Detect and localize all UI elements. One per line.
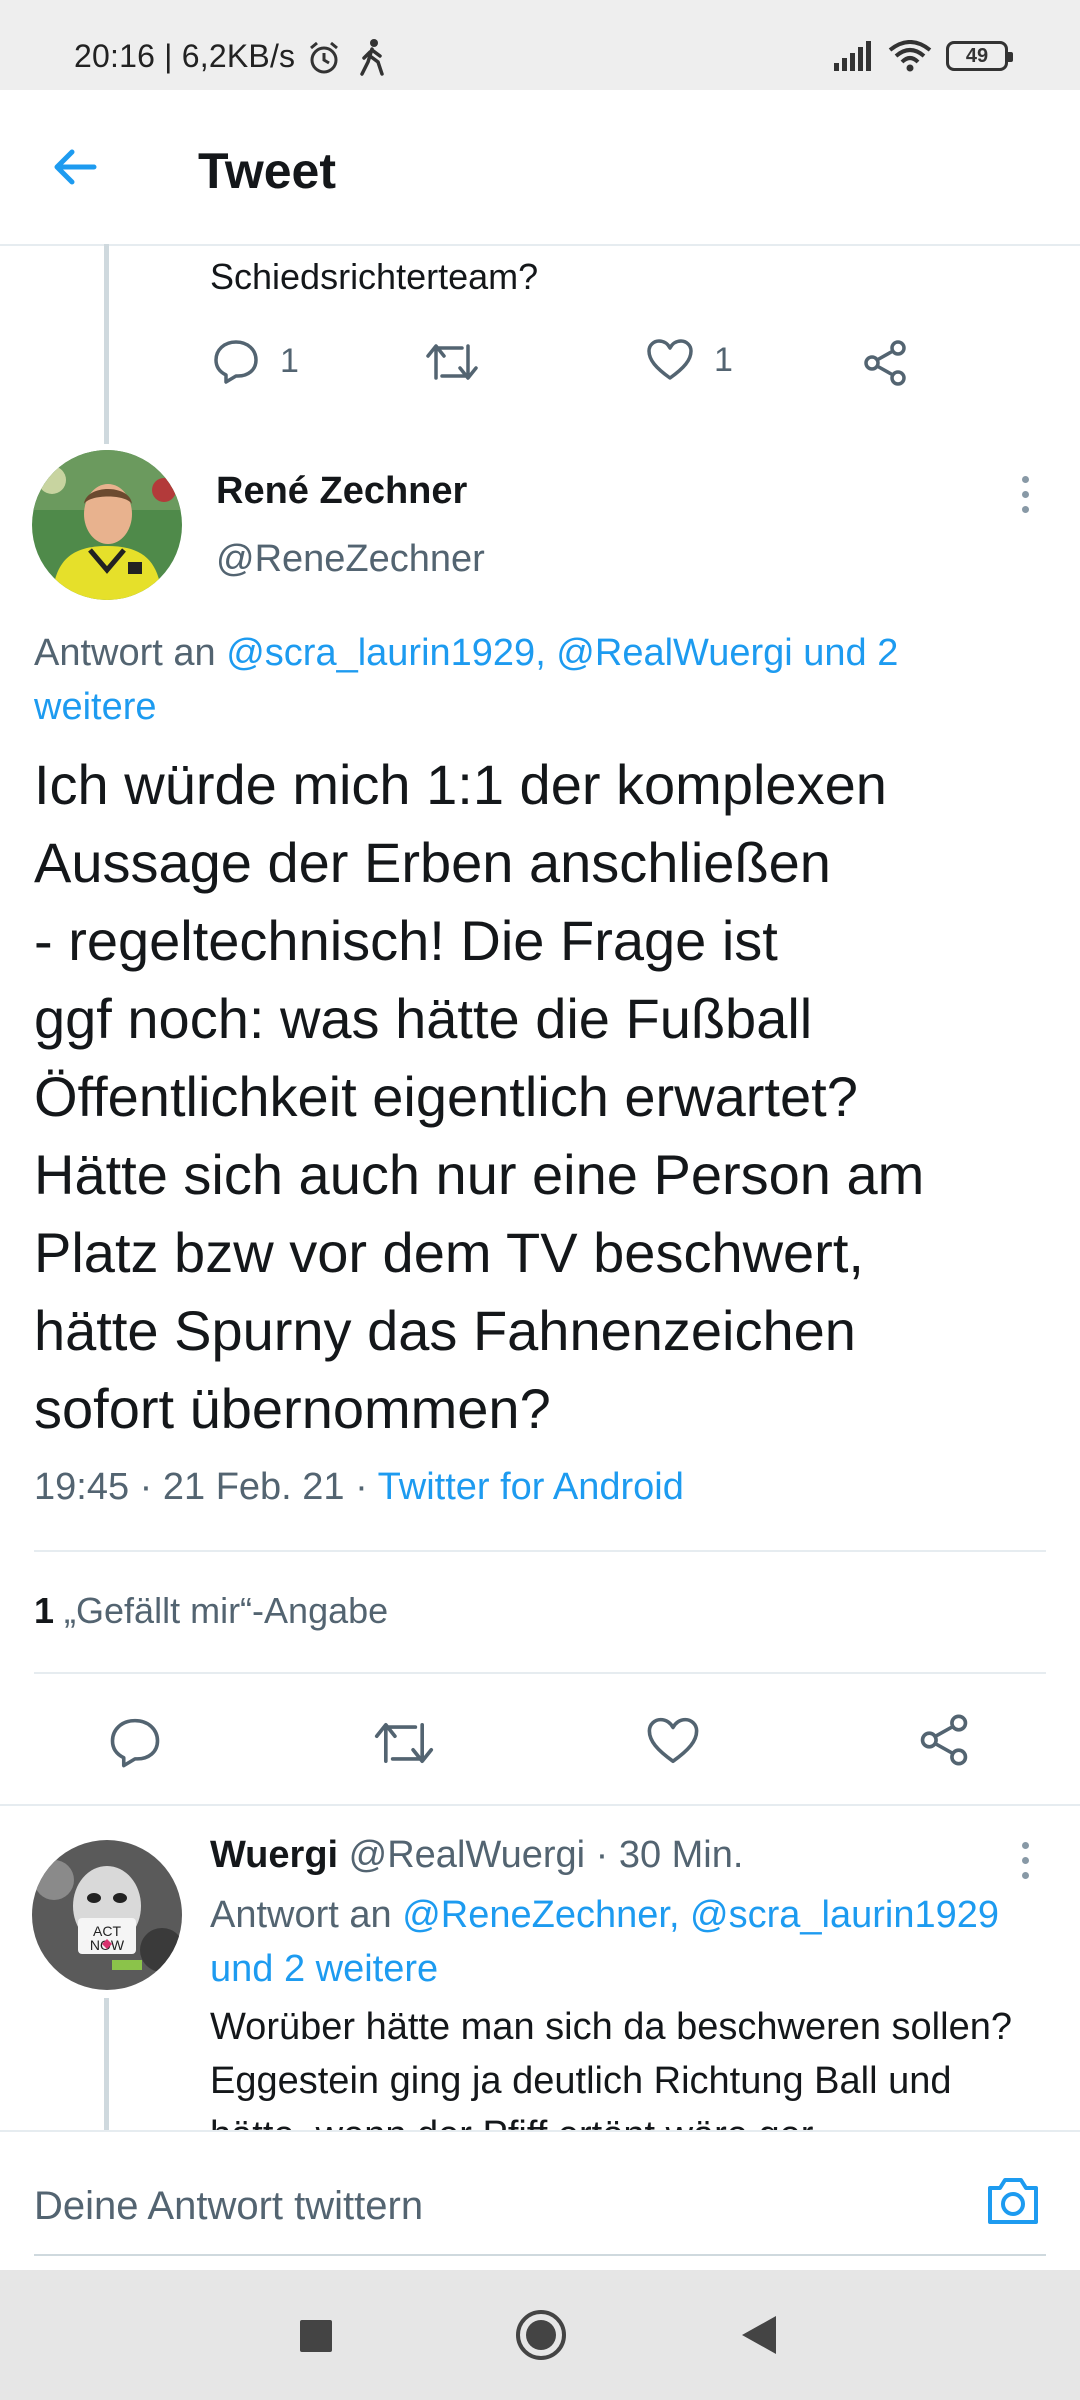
compose-bar: Deine Antwort twittern: [0, 2130, 1080, 2272]
camera-icon[interactable]: [984, 2172, 1042, 2230]
reply-count: 1: [280, 341, 299, 380]
retweet-icon[interactable]: [372, 1718, 436, 1768]
status-bar: 20:16 | 6,2KB/s 49: [0, 0, 1080, 90]
tweet-text: Ich würde mich 1:1 der komplexen Aussage…: [34, 753, 925, 1440]
page-title: Tweet: [198, 143, 336, 199]
reply-icon: [214, 340, 258, 384]
section-divider: [0, 1804, 1080, 1806]
likes-summary[interactable]: 1 „Gefällt mir“-Angabe: [34, 1590, 388, 1632]
home-icon[interactable]: [514, 2308, 568, 2362]
heart-icon[interactable]: [646, 1716, 700, 1766]
heart-icon: [647, 339, 693, 380]
share-icon[interactable]: [918, 1714, 970, 1766]
reply-input[interactable]: Deine Antwort twittern: [34, 2184, 423, 2229]
battery-icon: 49: [946, 41, 1013, 71]
previous-tweet-text: Schiedsrichterteam?: [210, 256, 539, 297]
reply-author-name: Wuergi: [210, 1834, 339, 1876]
thread-line: [104, 244, 109, 444]
reply-to-line: Antwort an @ReneZechner, @scra_laurin192…: [210, 1888, 1060, 1996]
likes-label: „Gefällt mir“-Angabe: [64, 1590, 389, 1631]
reply-handle-time: @RealWuergi · 30 Min.: [348, 1834, 744, 1876]
thread-line: [104, 1998, 109, 2130]
like-count: 1: [714, 340, 733, 379]
reply-tweet-text: Worüber hätte man sich da beschweren sol…: [210, 2006, 1012, 2130]
walking-icon: [360, 39, 384, 76]
reply-action[interactable]: 1: [212, 338, 299, 384]
reply-avatar[interactable]: ACT NOW: [32, 1840, 182, 1990]
more-options-icon[interactable]: [1022, 476, 1032, 513]
app-bar: Tweet: [0, 90, 1080, 246]
author-name[interactable]: René Zechner: [216, 470, 467, 513]
system-nav-bar: [0, 2270, 1080, 2400]
reply-to-prefix: Antwort an: [34, 632, 216, 674]
arrow-left-icon[interactable]: [50, 142, 100, 192]
status-time: 20:16 | 6,2KB/s: [74, 38, 296, 74]
reply-author[interactable]: Wuergi @RealWuergi · 30 Min.: [210, 1834, 743, 1877]
reply-to-prefix: Antwort an: [210, 1894, 392, 1936]
author-handle[interactable]: @ReneZechner: [216, 538, 485, 581]
avatar[interactable]: [32, 450, 182, 600]
tweet-source[interactable]: Twitter for Android: [378, 1466, 684, 1508]
share-icon[interactable]: [862, 340, 908, 386]
divider: [34, 1550, 1046, 1552]
retweet-icon[interactable]: [424, 340, 480, 384]
wifi-icon: [888, 40, 932, 72]
more-options-icon[interactable]: [1022, 1842, 1032, 1879]
signal-icon: [834, 41, 871, 71]
back-nav-icon[interactable]: [740, 2314, 778, 2356]
input-underline: [34, 2254, 1046, 2256]
like-action[interactable]: 1: [646, 338, 733, 382]
reply-icon[interactable]: [108, 1716, 162, 1768]
recents-icon[interactable]: [298, 2318, 334, 2354]
likes-count: 1: [34, 1590, 55, 1631]
reply-to-line: Antwort an @scra_laurin1929, @RealWuergi…: [34, 626, 1014, 734]
tweet-timestamp: 19:45 · 21 Feb. 21 ·: [34, 1466, 378, 1508]
tweet-meta: 19:45 · 21 Feb. 21 · Twitter for Android: [34, 1466, 684, 1509]
divider: [34, 1672, 1046, 1674]
alarm-icon: [310, 41, 338, 74]
